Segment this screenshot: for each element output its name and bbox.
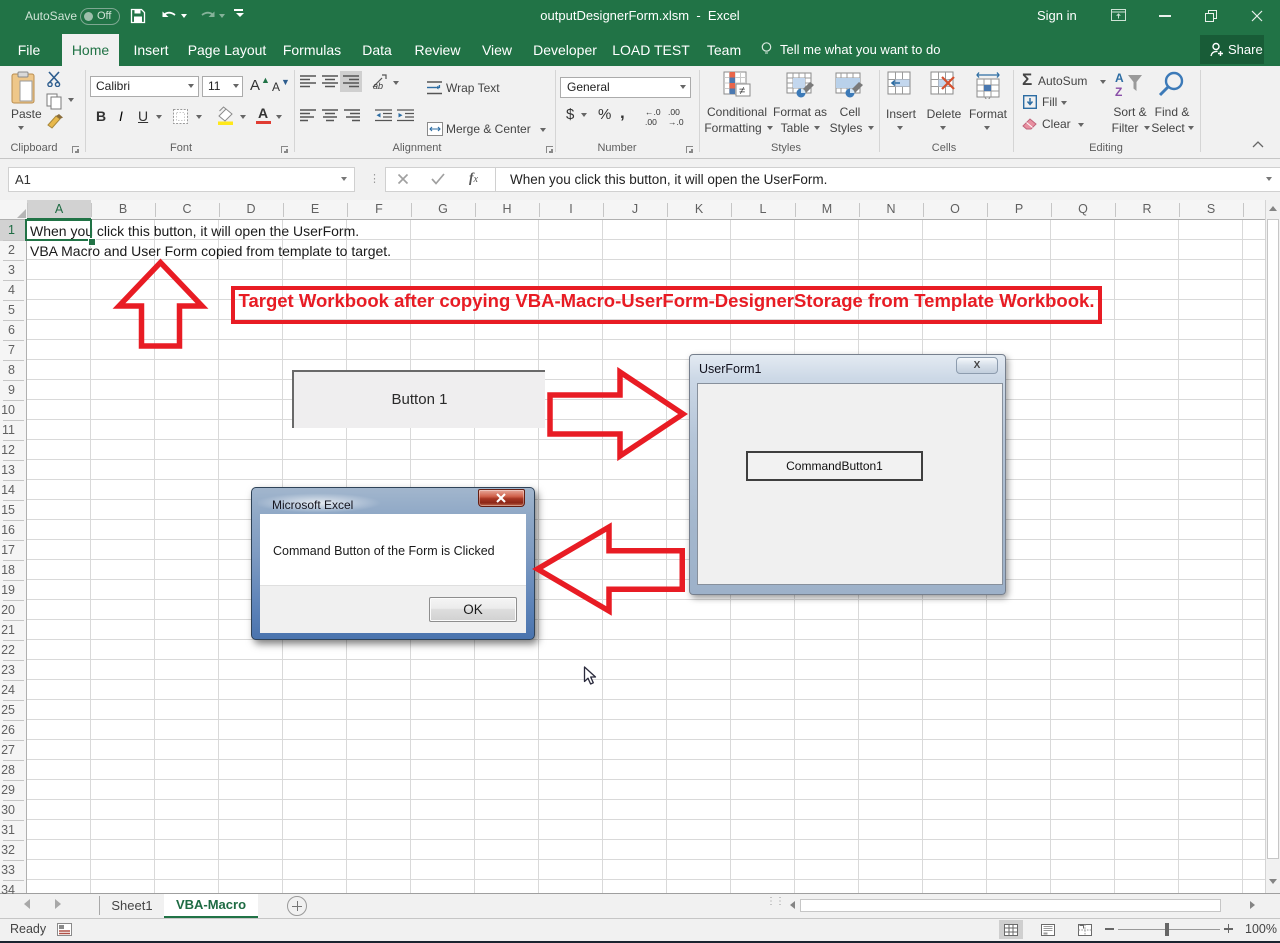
svg-text:ab: ab [373,81,383,90]
svg-text:A: A [1115,71,1124,85]
svg-text:≠: ≠ [739,85,745,97]
svg-text:Z: Z [1115,85,1122,99]
